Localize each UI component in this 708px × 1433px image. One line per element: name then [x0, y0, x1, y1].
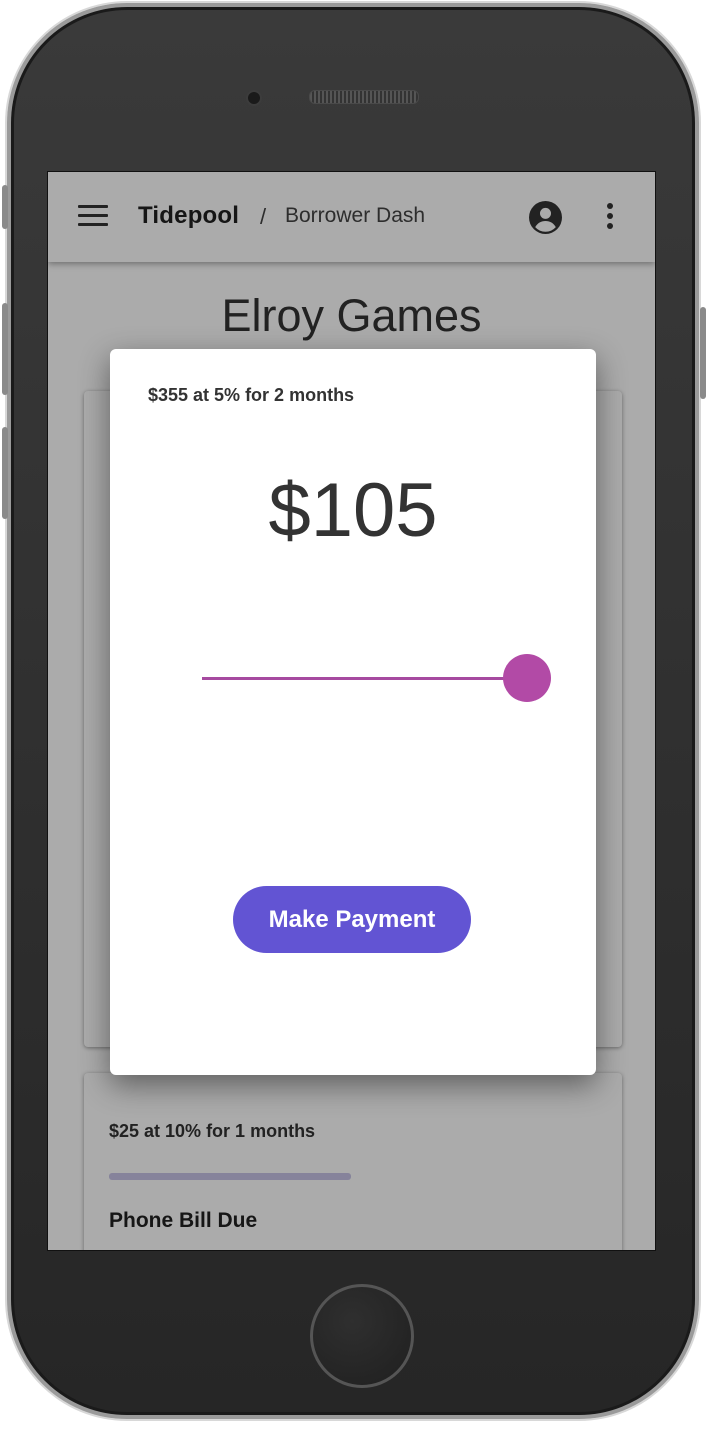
volume-up-button — [2, 303, 8, 395]
front-camera — [246, 90, 262, 106]
slider-thumb[interactable] — [503, 654, 551, 702]
home-button[interactable] — [310, 1284, 414, 1388]
payment-amount: $105 — [268, 468, 438, 553]
volume-down-button — [2, 427, 8, 519]
earpiece-speaker — [309, 90, 419, 104]
power-button — [700, 307, 706, 399]
payment-amount-slider[interactable] — [202, 654, 551, 704]
mute-switch — [2, 185, 8, 229]
loan-summary: $355 at 5% for 2 months — [148, 385, 355, 405]
make-payment-button[interactable]: Make Payment — [233, 886, 471, 953]
app-screen: Tidepool / Borrower Dash Elroy Games $25… — [47, 171, 656, 1251]
slider-track[interactable] — [202, 677, 527, 680]
payment-dialog: $355 at 5% for 2 months $105 Make Paymen… — [110, 349, 596, 1075]
